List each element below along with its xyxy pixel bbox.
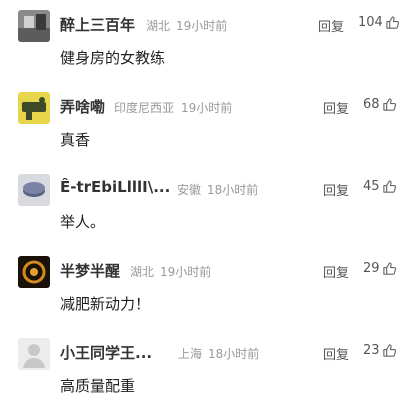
like-count: 104 (358, 15, 383, 30)
reply-button[interactable]: 回复 (323, 98, 349, 117)
like-count: 29 (363, 261, 380, 276)
comment-time: 18小时前 (207, 183, 259, 197)
comment-region: 印度尼西亚 (114, 101, 175, 115)
comment-region: 湖北 (130, 265, 155, 279)
comment-region: 安徽 (177, 183, 202, 197)
avatar[interactable] (18, 92, 50, 124)
thumbs-up-icon (385, 15, 400, 30)
comment-time: 19小时前 (176, 19, 228, 33)
comment-region: 湖北 (146, 19, 171, 33)
like-count: 23 (363, 343, 380, 358)
avatar[interactable] (18, 338, 50, 370)
username[interactable]: Ê-trEbiLlllI\... (60, 178, 170, 196)
comment-text: 减肥新动力！ (60, 295, 151, 313)
avatar[interactable] (18, 174, 50, 206)
comment-text: 真香 (60, 131, 91, 149)
username[interactable]: 半梦半醒 (60, 260, 120, 281)
reply-button[interactable]: 回复 (318, 16, 344, 35)
thumbs-up-icon (382, 343, 397, 358)
comment-time: 18小时前 (208, 347, 260, 361)
like-button[interactable]: 104 (358, 15, 400, 30)
reply-button[interactable]: 回复 (323, 344, 349, 363)
like-button[interactable]: 29 (363, 261, 397, 276)
comment-text: 高质量配重 (60, 377, 136, 395)
like-button[interactable]: 45 (363, 179, 397, 194)
comment-text: 举人。 (60, 213, 106, 231)
avatar[interactable] (18, 256, 50, 288)
comment-time: 19小时前 (181, 101, 233, 115)
like-button[interactable]: 68 (363, 97, 397, 112)
comment-region: 上海 (178, 347, 203, 361)
like-count: 68 (363, 97, 380, 112)
username[interactable]: 醉上三百年 (60, 14, 135, 35)
comment-item: Ê-trEbiLlllI\... 安徽 18小时前 回复 45 举人。 (0, 174, 415, 234)
avatar[interactable] (18, 10, 50, 42)
reply-button[interactable]: 回复 (323, 180, 349, 199)
reply-button[interactable]: 回复 (323, 262, 349, 281)
username[interactable]: 弄啥嘞 (60, 96, 105, 117)
thumbs-up-icon (382, 179, 397, 194)
username[interactable]: 小王同学王... (60, 342, 152, 363)
comment-item: 弄啥嘞 印度尼西亚 19小时前 回复 68 真香 (0, 92, 415, 152)
comment-item: 半梦半醒 湖北 19小时前 回复 29 减肥新动力！ (0, 256, 415, 316)
thumbs-up-icon (382, 261, 397, 276)
comment-time: 19小时前 (160, 265, 212, 279)
comment-item: 醉上三百年 湖北 19小时前 回复 104 健身房的女教练 (0, 10, 415, 70)
like-count: 45 (363, 179, 380, 194)
thumbs-up-icon (382, 97, 397, 112)
comment-item: 小王同学王... 上海 18小时前 回复 23 高质量配重 (0, 338, 415, 398)
like-button[interactable]: 23 (363, 343, 397, 358)
comment-text: 健身房的女教练 (60, 49, 166, 67)
